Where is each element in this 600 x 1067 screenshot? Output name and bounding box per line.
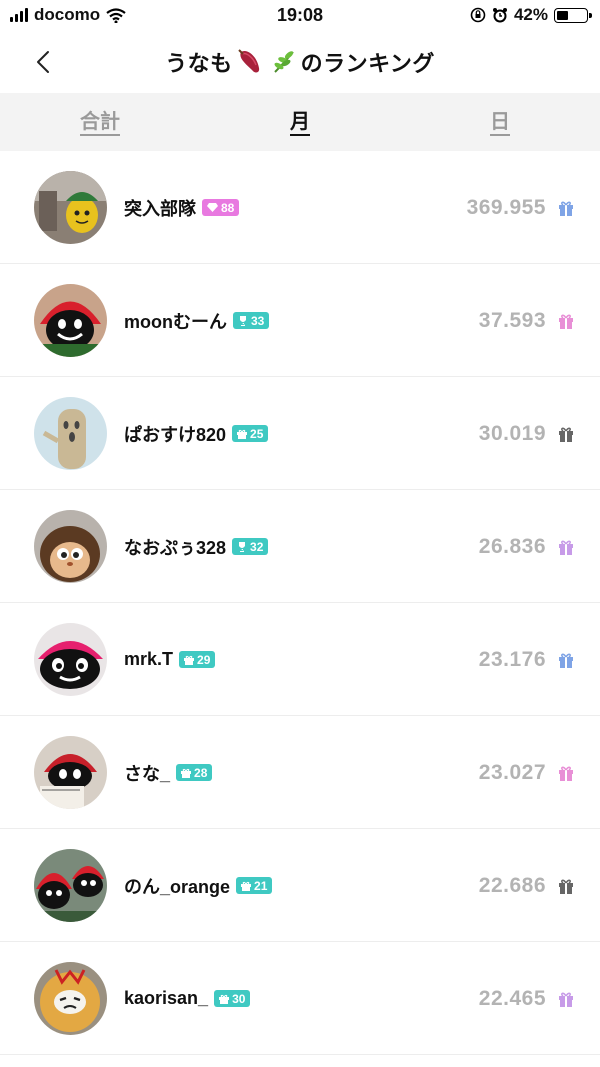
user-name: moonむーん (124, 311, 227, 332)
tab-total-label: 合計 (80, 111, 120, 136)
gift-icon (559, 766, 573, 781)
gift-box-icon (184, 655, 195, 665)
user-name: 突入部隊 (124, 198, 196, 219)
score: 369.955 (466, 196, 546, 219)
diamond-icon (207, 203, 218, 212)
trophy-icon (239, 541, 246, 552)
sweet-potato-icon (237, 49, 259, 73)
title-prefix: うなも (165, 51, 233, 76)
user-name: mrk.T (124, 649, 174, 669)
avatar[interactable] (34, 736, 107, 809)
gift-icon (559, 201, 573, 216)
score: 22.686 (478, 874, 546, 897)
ranking-list: 突入部隊 88 369.955 moonむーん 33 37.593 ぱおすけ82… (0, 151, 600, 1055)
status-bar: docomo 19:08 42% (0, 0, 600, 32)
avatar[interactable] (34, 284, 107, 357)
score: 23.176 (478, 648, 546, 671)
level-badge: 29 (179, 651, 216, 668)
user-name: のん_orange (124, 876, 231, 897)
level-value: 88 (221, 200, 235, 215)
ranking-row[interactable]: のん_orange 21 22.686 (0, 829, 600, 942)
gift-icon (559, 879, 573, 894)
user-name-group: mrk.T 29 (124, 603, 216, 716)
user-name-group: さな_ 28 (124, 716, 213, 829)
level-value: 33 (251, 313, 265, 328)
user-name: さな_ (124, 763, 171, 784)
gift-box-icon (237, 429, 248, 439)
level-badge: 28 (176, 764, 213, 781)
ranking-row[interactable]: 突入部隊 88 369.955 (0, 151, 600, 264)
ranking-row[interactable]: mrk.T 29 23.176 (0, 603, 600, 716)
level-value: 21 (254, 878, 268, 893)
tab-day-label: 日 (490, 111, 510, 136)
avatar[interactable] (34, 849, 107, 922)
gift-icon (559, 992, 573, 1007)
ranking-row[interactable]: なおぷぅ328 32 26.836 (0, 490, 600, 603)
gift-icon (559, 314, 573, 329)
nav-bar: うなも のランキング (0, 32, 600, 92)
level-value: 32 (250, 539, 264, 554)
score: 30.019 (478, 422, 546, 445)
gift-box-icon (241, 881, 252, 891)
tab-total[interactable]: 合計 (0, 93, 200, 151)
level-value: 30 (232, 991, 246, 1006)
tab-bar: 合計 月 日 (0, 93, 600, 151)
level-badge: 30 (214, 990, 251, 1007)
user-name-group: なおぷぅ328 32 (124, 490, 269, 603)
ranking-row[interactable]: さな_ 28 23.027 (0, 716, 600, 829)
ranking-row[interactable]: kaorisan_ 30 22.465 (0, 942, 600, 1055)
rotation-lock-icon (470, 7, 486, 23)
user-name: ぱおすけ820 (124, 424, 227, 445)
gift-icon (559, 427, 573, 442)
user-name-group: のん_orange 21 (124, 829, 273, 942)
user-name-group: ぱおすけ820 25 (124, 377, 269, 490)
ranking-row[interactable]: moonむーん 33 37.593 (0, 264, 600, 377)
ranking-row[interactable]: ぱおすけ820 25 30.019 (0, 377, 600, 490)
gift-box-icon (181, 768, 192, 778)
level-badge: 21 (236, 877, 273, 894)
gift-icon (559, 540, 573, 555)
level-badge: 25 (232, 425, 269, 442)
avatar[interactable] (34, 623, 107, 696)
level-badge: 32 (232, 538, 269, 555)
tab-month-label: 月 (290, 111, 310, 136)
tab-day[interactable]: 日 (400, 93, 600, 151)
user-name-group: moonむーん 33 (124, 264, 270, 377)
user-name-group: kaorisan_ 30 (124, 942, 251, 1055)
gift-box-icon (219, 994, 230, 1004)
score: 22.465 (478, 987, 546, 1010)
title-suffix: のランキング (300, 51, 435, 76)
herb-icon (273, 51, 294, 73)
gift-icon (559, 653, 573, 668)
avatar[interactable] (34, 510, 107, 583)
battery-icon (554, 7, 592, 23)
level-badge: 88 (202, 199, 240, 216)
score: 23.027 (478, 761, 546, 784)
battery-percent: 42% (513, 5, 548, 24)
level-value: 28 (194, 765, 208, 780)
user-name: なおぷぅ328 (124, 537, 227, 558)
page-title: うなも のランキング (0, 46, 600, 78)
score: 37.593 (478, 309, 546, 332)
alarm-icon (492, 8, 507, 23)
avatar[interactable] (34, 397, 107, 470)
tab-month[interactable]: 月 (200, 93, 400, 151)
trophy-icon (240, 315, 246, 326)
user-name-group: 突入部隊 88 (124, 151, 240, 264)
avatar[interactable] (34, 171, 107, 244)
user-name: kaorisan_ (124, 988, 209, 1008)
score: 26.836 (478, 535, 546, 558)
avatar[interactable] (34, 962, 107, 1035)
level-badge: 33 (233, 312, 270, 329)
level-value: 29 (197, 652, 211, 667)
status-right: 42% (470, 5, 592, 25)
level-value: 25 (250, 426, 264, 441)
